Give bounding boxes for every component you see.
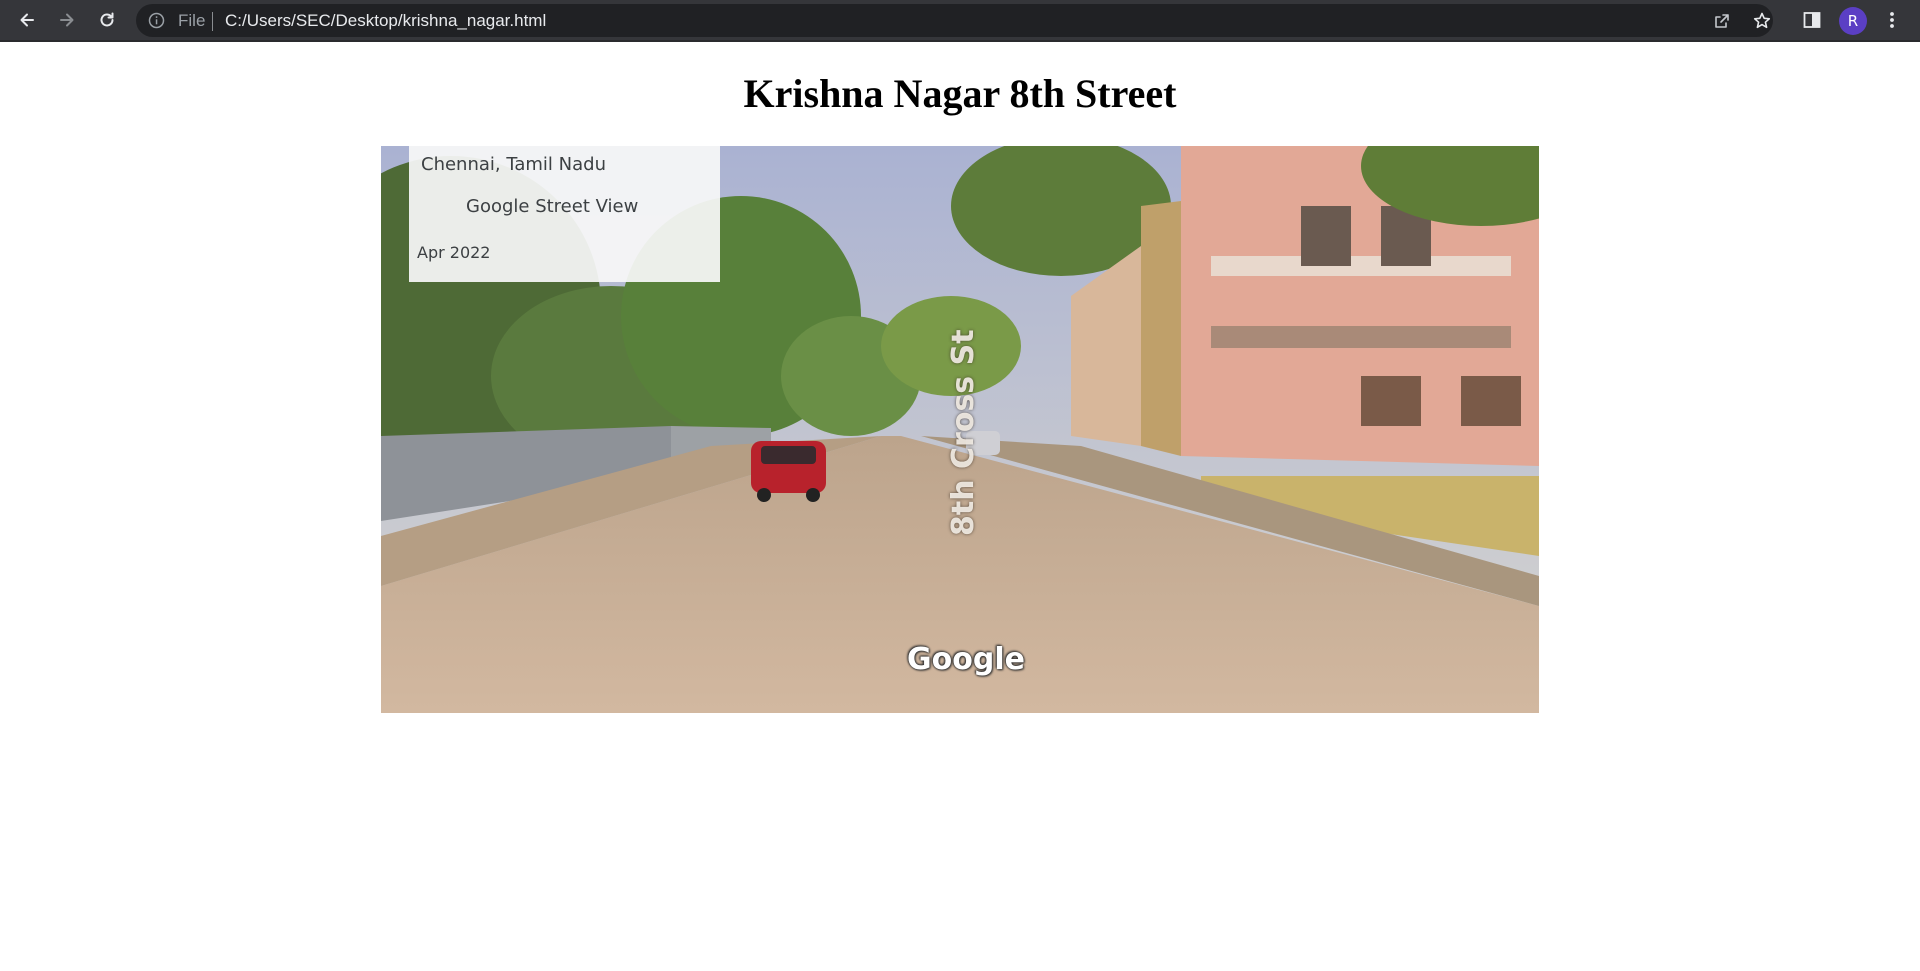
street-view-image: Chennai, Tamil Nadu Google Street View A…	[381, 146, 1539, 713]
share-icon[interactable]	[1712, 11, 1732, 31]
url-text[interactable]: C:/Users/SEC/Desktop/krishna_nagar.html	[225, 11, 546, 31]
side-panel-icon	[1803, 12, 1821, 28]
menu-dots-icon	[1890, 12, 1894, 28]
url-scheme: File	[178, 11, 206, 30]
profile-avatar[interactable]: R	[1839, 7, 1867, 35]
url-separator	[212, 12, 213, 31]
info-icon[interactable]	[148, 12, 165, 29]
browser-toolbar: File C:/Users/SEC/Desktop/krishna_nagar.…	[0, 0, 1920, 42]
street-name-label: 8th Cross St	[946, 329, 981, 536]
reload-icon	[100, 12, 114, 27]
forward-arrow-icon	[60, 13, 74, 27]
google-watermark: Google	[907, 642, 1025, 677]
provider-link[interactable]: Google Street View	[466, 196, 638, 217]
side-panel-button[interactable]	[1800, 8, 1824, 32]
menu-button[interactable]	[1880, 8, 1904, 32]
back-arrow-icon	[20, 13, 34, 27]
forward-button[interactable]	[53, 6, 81, 34]
capture-date: Apr 2022	[417, 243, 491, 262]
back-button[interactable]	[13, 6, 41, 34]
street-view-info-card: Chennai, Tamil Nadu Google Street View A…	[409, 146, 720, 282]
reload-button[interactable]	[93, 6, 121, 34]
bookmark-star-icon[interactable]	[1752, 11, 1772, 31]
location-label: Chennai, Tamil Nadu	[421, 154, 606, 175]
address-bar[interactable]: File C:/Users/SEC/Desktop/krishna_nagar.…	[136, 4, 1773, 37]
page-title: Krishna Nagar 8th Street	[743, 71, 1177, 116]
